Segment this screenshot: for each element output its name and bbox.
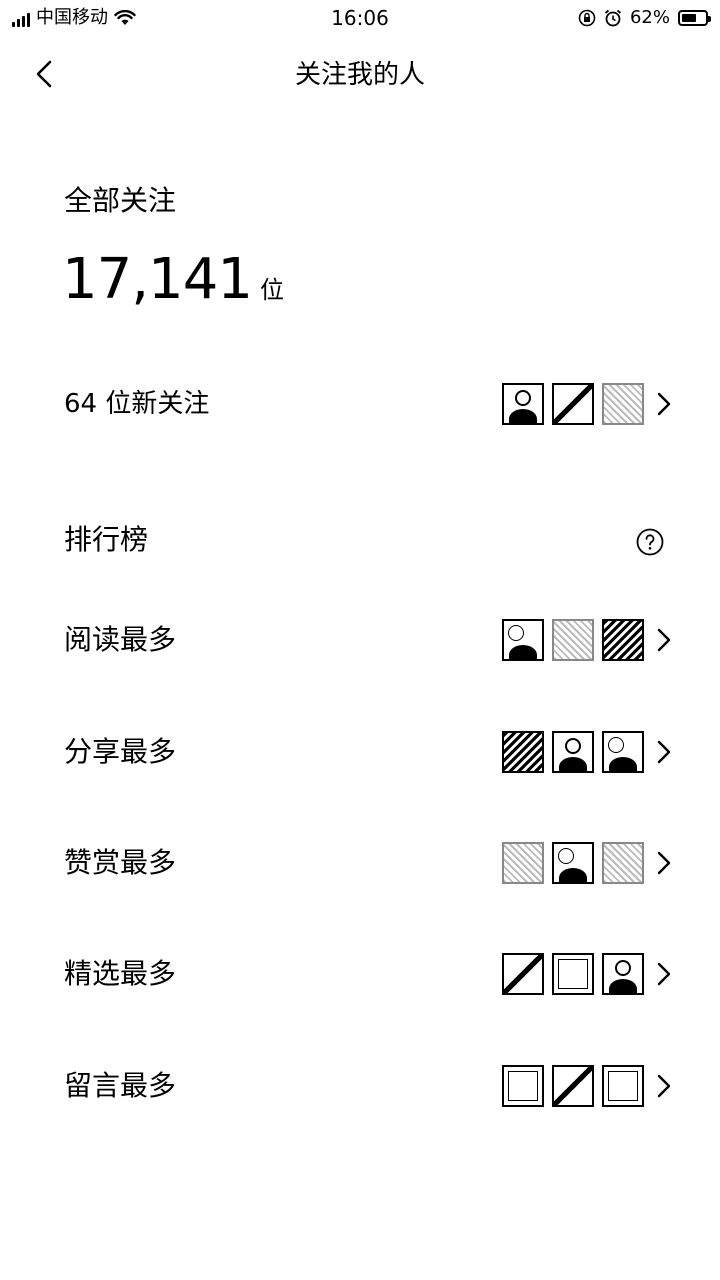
avatar: [552, 383, 594, 425]
chevron-right-icon: [657, 628, 671, 652]
avatar-group: [502, 731, 644, 773]
total-followers-count: 17,141 位: [62, 250, 284, 310]
avatar: [502, 953, 544, 995]
avatar: [552, 953, 594, 995]
battery-fill: [682, 14, 696, 22]
avatar: [502, 842, 544, 884]
avatar: [502, 1065, 544, 1107]
avatar: [552, 731, 594, 773]
avatar: [552, 1065, 594, 1107]
ranking-row-most-read[interactable]: 阅读最多: [0, 608, 720, 672]
avatar-group: [502, 619, 644, 661]
total-followers-title: 全部关注: [64, 184, 177, 217]
avatar: [602, 1065, 644, 1107]
question-circle-icon[interactable]: [636, 528, 664, 556]
chevron-right-icon: [657, 962, 671, 986]
avatar: [552, 842, 594, 884]
avatar-group: [502, 842, 644, 884]
avatar: [502, 731, 544, 773]
avatar: [502, 619, 544, 661]
status-right: 62%: [578, 6, 711, 30]
chevron-right-icon: [657, 1074, 671, 1098]
avatar: [502, 383, 544, 425]
ranking-row-most-shared[interactable]: 分享最多: [0, 720, 720, 784]
avatar: [552, 619, 594, 661]
ranking-label: 赞赏最多: [64, 846, 177, 879]
page-title: 关注我的人: [294, 60, 425, 90]
avatar: [602, 383, 644, 425]
avatar: [602, 619, 644, 661]
battery-percent: 62%: [629, 7, 670, 28]
new-followers-label: 64 位新关注: [64, 389, 210, 419]
ranking-row-most-featured[interactable]: 精选最多: [0, 942, 720, 1006]
chevron-right-icon: [657, 851, 671, 875]
lock-rotation-icon: [578, 9, 596, 27]
avatar: [602, 731, 644, 773]
ranking-row-most-tipped[interactable]: 赞赏最多: [0, 831, 720, 895]
ranking-label: 留言最多: [64, 1069, 177, 1102]
ranking-label: 阅读最多: [64, 623, 177, 656]
avatar: [602, 842, 644, 884]
avatar-group: [502, 953, 644, 995]
chevron-right-icon: [657, 392, 671, 416]
avatar-group: [502, 383, 644, 425]
chevron-right-icon: [657, 740, 671, 764]
battery-icon: [678, 10, 711, 26]
alarm-icon: [604, 9, 622, 27]
nav-bar: 关注我的人: [0, 40, 720, 110]
avatar-group: [502, 1065, 644, 1107]
ranking-label: 精选最多: [64, 957, 177, 990]
status-bar: 中国移动 16:06 62%: [0, 0, 720, 40]
total-number: 17,141: [62, 247, 253, 312]
new-followers-row[interactable]: 64 位新关注: [0, 372, 720, 436]
total-unit: 位: [259, 276, 284, 304]
ranking-label: 分享最多: [64, 735, 177, 768]
avatar: [602, 953, 644, 995]
ranking-title: 排行榜: [64, 523, 149, 556]
ranking-row-most-comments[interactable]: 留言最多: [0, 1054, 720, 1118]
